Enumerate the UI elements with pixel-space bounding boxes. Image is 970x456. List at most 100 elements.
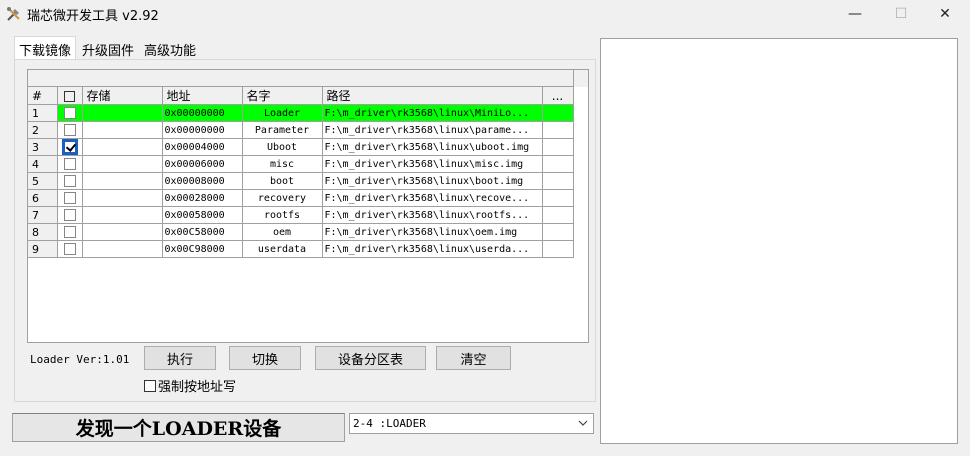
row-checkbox-cell[interactable]	[57, 223, 83, 241]
row-storage[interactable]	[82, 189, 163, 207]
row-more[interactable]	[542, 189, 574, 207]
row-more[interactable]	[542, 223, 574, 241]
table-row[interactable]: 3 0x00004000 Uboot F:\m_driver\rk3568\linux…	[28, 138, 574, 156]
row-name[interactable]: Loader	[242, 104, 323, 122]
row-name[interactable]: misc	[242, 155, 323, 173]
row-index[interactable]: 4	[28, 155, 58, 173]
row-checkbox[interactable]	[63, 243, 76, 255]
header-check[interactable]	[57, 87, 83, 105]
row-index[interactable]: 9	[28, 240, 58, 258]
header-name[interactable]: 名字	[242, 87, 323, 105]
select-all-checkbox[interactable]	[64, 90, 75, 102]
row-checkbox-cell[interactable]	[57, 189, 83, 207]
tab-download-image[interactable]: 下载镜像	[14, 36, 77, 60]
table-row[interactable]: 9 0x00C98000 userdata F:\m_driver\rk3568\li…	[28, 240, 574, 258]
table-row[interactable]: 5 0x00008000 boot F:\m_driver\rk3568\linux\…	[28, 172, 574, 190]
chevron-down-icon[interactable]	[577, 417, 589, 429]
row-storage[interactable]	[82, 240, 163, 258]
download-table[interactable]: # 存储 地址 名字 路径 ... 1 0x00000000 Loader F:\m_…	[27, 69, 589, 343]
table-row[interactable]: 4 0x00006000 misc F:\m_driver\rk3568\linux\…	[28, 155, 574, 173]
tab-advanced-functions[interactable]: 高级功能	[140, 38, 200, 60]
row-checkbox[interactable]	[63, 209, 76, 221]
row-checkbox[interactable]	[63, 107, 76, 119]
row-index[interactable]: 7	[28, 206, 58, 224]
table-row[interactable]: 8 0x00C58000 oem F:\m_driver\rk3568\linux\o…	[28, 223, 574, 241]
row-checkbox[interactable]	[63, 175, 76, 187]
clear-button[interactable]: 清空	[436, 346, 511, 370]
row-address[interactable]: 0x00058000	[162, 206, 243, 224]
header-address[interactable]: 地址	[162, 87, 243, 105]
force-write-option[interactable]: 强制按地址写	[144, 376, 236, 395]
maximize-button[interactable]: ☐	[878, 0, 924, 28]
row-address[interactable]: 0x00004000	[162, 138, 243, 156]
row-checkbox[interactable]	[63, 124, 76, 136]
row-name[interactable]: boot	[242, 172, 323, 190]
row-checkbox[interactable]	[63, 192, 76, 204]
row-index[interactable]: 5	[28, 172, 58, 190]
row-index[interactable]: 3	[28, 138, 58, 156]
row-address[interactable]: 0x00000000	[162, 121, 243, 139]
switch-button[interactable]: 切换	[229, 346, 301, 370]
row-checkbox-cell[interactable]	[57, 121, 83, 139]
header-storage[interactable]: 存储	[82, 87, 163, 105]
close-button[interactable]: ✕	[922, 0, 968, 28]
row-checkbox-cell[interactable]	[57, 172, 83, 190]
row-name[interactable]: Parameter	[242, 121, 323, 139]
row-index[interactable]: 2	[28, 121, 58, 139]
row-name[interactable]: Uboot	[242, 138, 323, 156]
row-path[interactable]: F:\m_driver\rk3568\linux\parame...	[322, 121, 543, 139]
partition-table-button[interactable]: 设备分区表	[315, 346, 426, 370]
row-more[interactable]	[542, 172, 574, 190]
device-select[interactable]: 2-4 :LOADER	[349, 413, 594, 434]
row-storage[interactable]	[82, 206, 163, 224]
row-checkbox[interactable]	[61, 139, 78, 155]
row-path[interactable]: F:\m_driver\rk3568\linux\MiniLo...	[322, 104, 543, 122]
force-write-checkbox[interactable]	[144, 379, 156, 392]
log-output-area[interactable]	[600, 38, 958, 444]
row-more[interactable]	[542, 206, 574, 224]
header-index[interactable]: #	[28, 87, 58, 105]
row-name[interactable]: rootfs	[242, 206, 323, 224]
row-path[interactable]: F:\m_driver\rk3568\linux\recove...	[322, 189, 543, 207]
row-address[interactable]: 0x00008000	[162, 172, 243, 190]
row-more[interactable]	[542, 121, 574, 139]
row-address[interactable]: 0x00C58000	[162, 223, 243, 241]
row-checkbox-cell[interactable]	[57, 104, 83, 122]
tab-upgrade-firmware[interactable]: 升级固件	[78, 38, 138, 60]
row-checkbox[interactable]	[63, 158, 76, 170]
row-index[interactable]: 6	[28, 189, 58, 207]
row-address[interactable]: 0x00C98000	[162, 240, 243, 258]
row-path[interactable]: F:\m_driver\rk3568\linux\userda...	[322, 240, 543, 258]
header-path[interactable]: 路径	[322, 87, 543, 105]
row-more[interactable]	[542, 240, 574, 258]
row-checkbox[interactable]	[63, 226, 76, 238]
row-index[interactable]: 1	[28, 104, 58, 122]
row-more[interactable]	[542, 104, 574, 122]
table-row[interactable]: 2 0x00000000 Parameter F:\m_driver\rk3568\l…	[28, 121, 574, 139]
row-storage[interactable]	[82, 104, 163, 122]
row-more[interactable]	[542, 138, 574, 156]
row-storage[interactable]	[82, 121, 163, 139]
row-storage[interactable]	[82, 172, 163, 190]
execute-button[interactable]: 执行	[144, 346, 216, 370]
header-more[interactable]: ...	[542, 87, 574, 105]
row-path[interactable]: F:\m_driver\rk3568\linux\misc.img	[322, 155, 543, 173]
row-more[interactable]	[542, 155, 574, 173]
table-row[interactable]: 6 0x00028000 recovery F:\m_driver\rk3568\li…	[28, 189, 574, 207]
table-row[interactable]: 7 0x00058000 rootfs F:\m_driver\rk3568\linu…	[28, 206, 574, 224]
row-storage[interactable]	[82, 155, 163, 173]
row-checkbox-cell[interactable]	[57, 206, 83, 224]
row-checkbox-cell[interactable]	[57, 240, 83, 258]
row-name[interactable]: oem	[242, 223, 323, 241]
row-path[interactable]: F:\m_driver\rk3568\linux\oem.img	[322, 223, 543, 241]
row-address[interactable]: 0x00006000	[162, 155, 243, 173]
row-path[interactable]: F:\m_driver\rk3568\linux\uboot.img	[322, 138, 543, 156]
table-row[interactable]: 1 0x00000000 Loader F:\m_driver\rk3568\linu…	[28, 104, 574, 122]
row-storage[interactable]	[82, 223, 163, 241]
row-index[interactable]: 8	[28, 223, 58, 241]
minimize-button[interactable]: —	[832, 0, 878, 28]
row-name[interactable]: recovery	[242, 189, 323, 207]
row-storage[interactable]	[82, 138, 163, 156]
row-address[interactable]: 0x00000000	[162, 104, 243, 122]
row-path[interactable]: F:\m_driver\rk3568\linux\rootfs...	[322, 206, 543, 224]
